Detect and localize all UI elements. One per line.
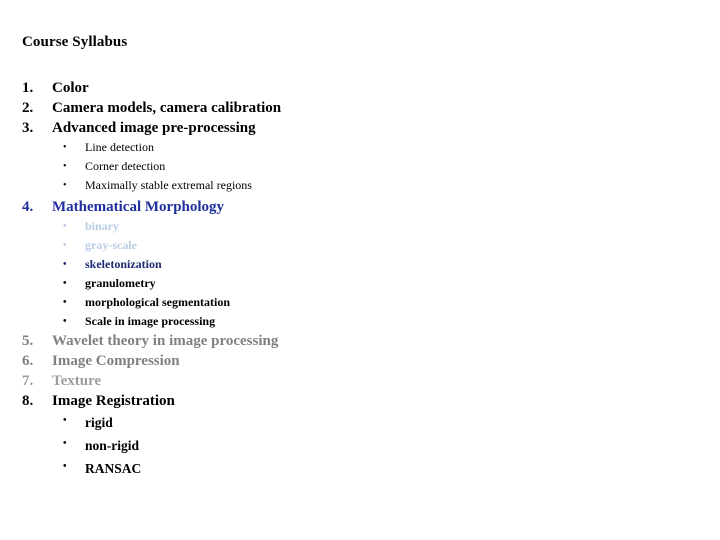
- outline-item-8-sub-1: • rigid: [0, 411, 720, 434]
- outline-item-4: 4. Mathematical Morphology: [0, 197, 720, 217]
- page-title: Course Syllabus: [22, 34, 128, 50]
- outline-item-3-sub-1: • Line detection: [0, 138, 720, 157]
- outline-item-4-sub-4: • granulometry: [0, 274, 720, 293]
- outline-item-8-sub-1-label: rigid: [85, 415, 113, 430]
- outline-item-4-sub-3: • skeletonization: [0, 255, 720, 274]
- bullet-icon: •: [63, 316, 67, 327]
- outline-item-4-sub-5: • morphological segmentation: [0, 293, 720, 312]
- outline-item-5-label: Wavelet theory in image processing: [52, 333, 279, 349]
- outline-item-7-number: 7.: [22, 373, 34, 389]
- outline-item-2-label: Camera models, camera calibration: [52, 100, 282, 116]
- outline-item-4-sub-6: • Scale in image processing: [0, 312, 720, 331]
- outline-item-3-sub-2: • Corner detection: [0, 157, 720, 176]
- slide-canvas: Course Syllabus 1. Color 2. Camera model…: [0, 0, 720, 540]
- outline-item-1-label: Color: [52, 80, 89, 96]
- outline-item-8: 8. Image Registration: [0, 391, 720, 411]
- outline-item-6-number: 6.: [22, 353, 34, 369]
- outline-item-4-sub-4-label: granulometry: [85, 276, 156, 290]
- outline-item-4-sub-6-label: Scale in image processing: [85, 314, 216, 328]
- bullet-icon: •: [63, 161, 67, 172]
- outline-item-8-number: 8.: [22, 393, 34, 409]
- outline-item-4-sub-5-label: morphological segmentation: [85, 295, 230, 309]
- bullet-icon: •: [63, 221, 67, 232]
- outline-item-4-label: Mathematical Morphology: [52, 199, 225, 215]
- bullet-icon: •: [63, 259, 67, 270]
- outline-item-3-sub-2-label: Corner detection: [85, 159, 166, 173]
- outline-item-5: 5. Wavelet theory in image processing: [0, 331, 720, 351]
- outline-item-6: 6. Image Compression: [0, 351, 720, 371]
- outline-item-8-sub-3-label: RANSAC: [85, 461, 142, 476]
- syllabus-outline: 1. Color 2. Camera models, camera calibr…: [0, 78, 720, 480]
- outline-item-3-sub-3: • Maximally stable extremal regions: [0, 176, 720, 195]
- outline-item-7-label: Texture: [52, 373, 102, 389]
- bullet-icon: •: [63, 297, 67, 308]
- bullet-icon: •: [63, 180, 67, 191]
- bullet-icon: •: [63, 461, 67, 472]
- bullet-icon: •: [63, 415, 67, 426]
- outline-item-8-label: Image Registration: [52, 393, 175, 409]
- bullet-icon: •: [63, 142, 67, 153]
- outline-item-4-sub-1: • binary: [0, 217, 720, 236]
- outline-item-4-sub-2: • gray-scale: [0, 236, 720, 255]
- outline-item-5-number: 5.: [22, 333, 34, 349]
- outline-item-3-sub-1-label: Line detection: [85, 140, 154, 154]
- outline-item-1-number: 1.: [22, 80, 34, 96]
- bullet-icon: •: [63, 278, 67, 289]
- outline-item-4-sub-1-label: binary: [85, 219, 120, 233]
- outline-item-3-label: Advanced image pre-processing: [52, 120, 256, 136]
- outline-item-2-number: 2.: [22, 100, 34, 116]
- outline-item-3-sub-3-label: Maximally stable extremal regions: [85, 178, 252, 192]
- outline-item-4-sub-2-label: gray-scale: [85, 238, 137, 252]
- outline-item-7: 7. Texture: [0, 371, 720, 391]
- outline-item-2: 2. Camera models, camera calibration: [0, 98, 720, 118]
- outline-item-3-number: 3.: [22, 120, 34, 136]
- outline-item-6-label: Image Compression: [52, 353, 180, 369]
- outline-item-8-sub-2-label: non-rigid: [85, 438, 140, 453]
- bullet-icon: •: [63, 240, 67, 251]
- bullet-icon: •: [63, 438, 67, 449]
- outline-item-4-number: 4.: [22, 199, 34, 215]
- outline-item-8-sub-2: • non-rigid: [0, 434, 720, 457]
- outline-item-8-sub-3: • RANSAC: [0, 457, 720, 480]
- outline-item-3: 3. Advanced image pre-processing: [0, 118, 720, 138]
- outline-item-1: 1. Color: [0, 78, 720, 98]
- outline-item-4-sub-3-label: skeletonization: [85, 257, 162, 271]
